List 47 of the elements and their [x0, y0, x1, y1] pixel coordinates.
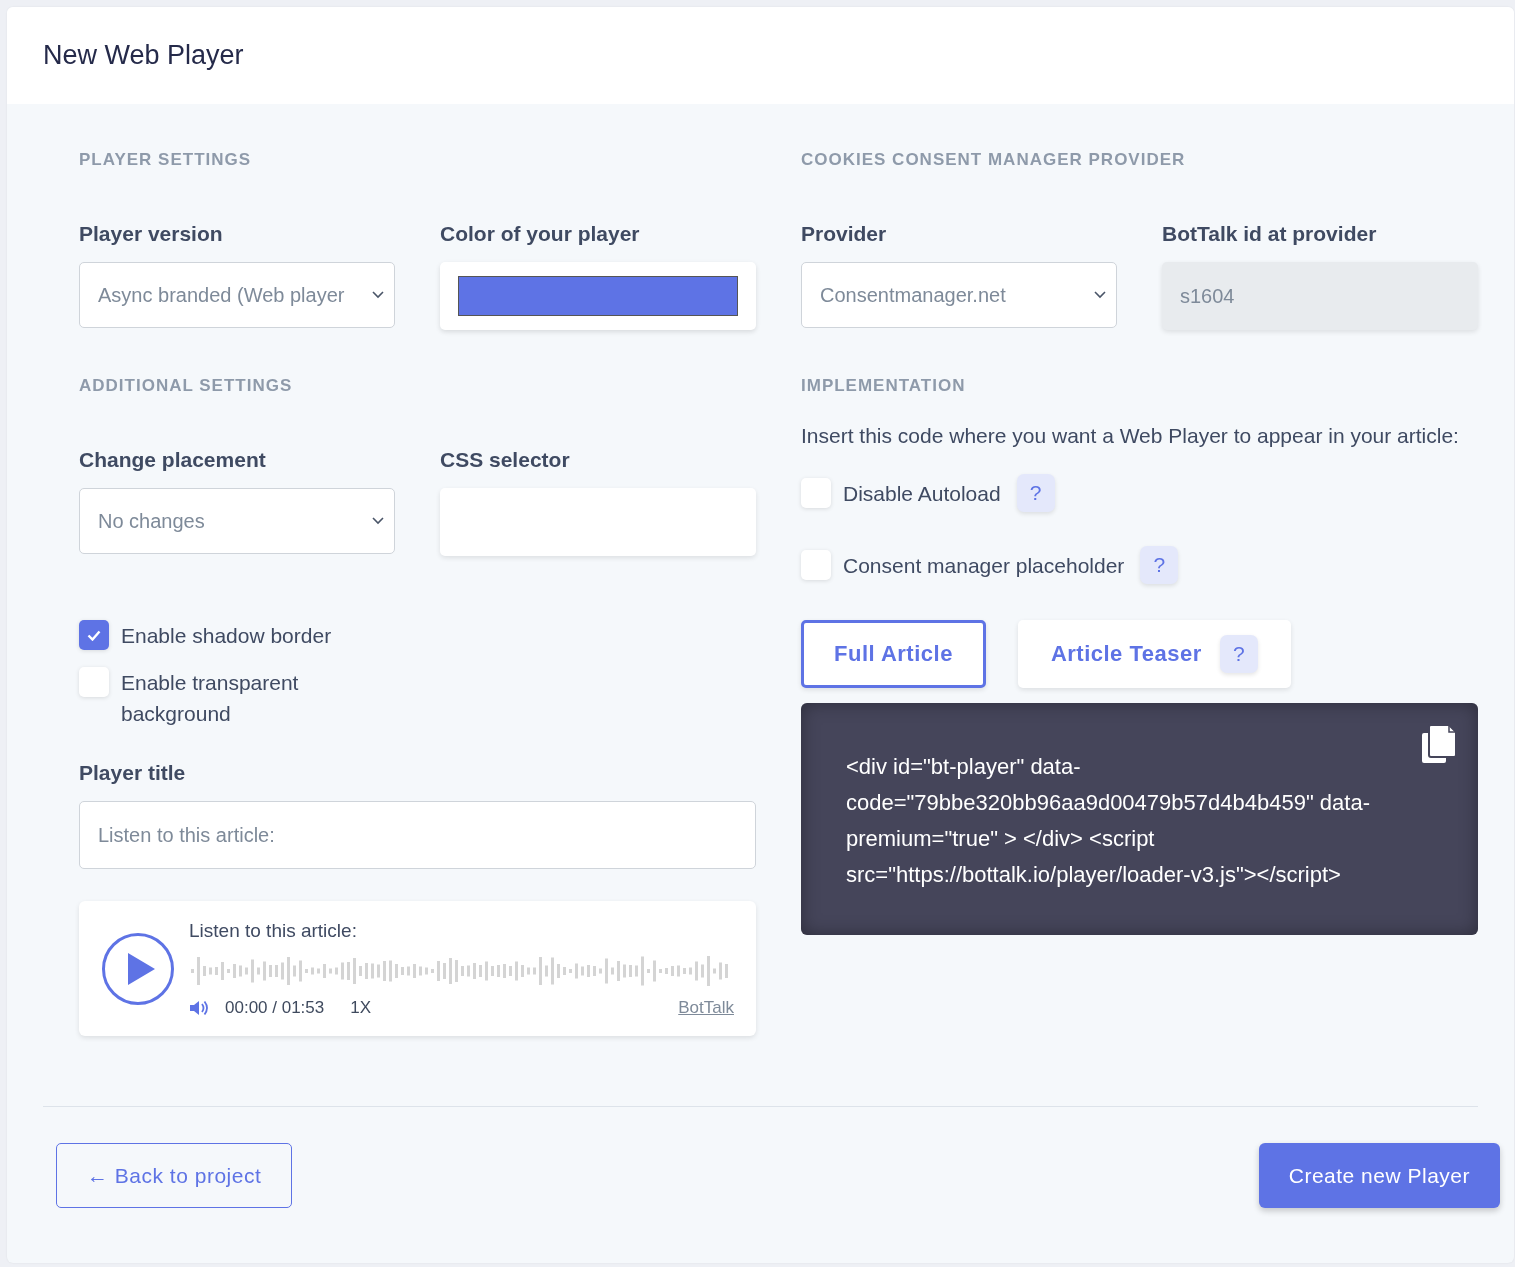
chevron-down-icon	[1094, 291, 1106, 299]
field-label: BotTalk id at provider	[1162, 222, 1378, 246]
checkmark-icon	[87, 629, 101, 641]
help-button[interactable]: ?	[1140, 546, 1179, 584]
tab[interactable]: Full Article	[801, 620, 986, 688]
checkbox[interactable]	[79, 620, 109, 650]
field-label: Change placement	[79, 448, 267, 472]
chevron-down-icon	[372, 291, 384, 299]
dropdown-field[interactable]: Consentmanager.net	[801, 262, 1117, 328]
section-heading: COOKIES CONSENT MANAGER PROVIDER	[801, 150, 1187, 170]
input-field[interactable]	[440, 488, 756, 556]
instructions-text: Insert this code where you want a Web Player to appear in your article:	[801, 423, 1460, 449]
checkbox-label: Disable Autoload	[843, 480, 1001, 507]
speaker-icon	[189, 998, 209, 1017]
tab[interactable]: Article Teaser ?	[1017, 620, 1291, 688]
dropdown-field[interactable]: Async branded (Web player	[79, 262, 395, 328]
help-button[interactable]: ?	[1219, 635, 1258, 673]
input-field[interactable]: Listen to this article:	[79, 801, 756, 869]
section-heading: IMPLEMENTATION	[801, 376, 967, 396]
field-label: Color of your player	[440, 222, 641, 246]
input-field: s1604	[1162, 262, 1478, 330]
checkbox[interactable]	[801, 550, 831, 580]
copy-icon	[1421, 724, 1457, 764]
checkbox-label: Enable transparent background	[121, 670, 300, 727]
checkbox-label: Consent manager placeholder	[843, 552, 1125, 579]
checkbox-label: Enable shadow border	[121, 623, 332, 649]
help-button[interactable]: ?	[1016, 474, 1055, 512]
code-snippet: <div id="bt-player" data-code="79bbe320bb96aa9d00479b57d4b4b459" data-premium="true" > </div> <script src="https://bottalk.io/player/loader-v3.js"></script>	[846, 753, 1371, 889]
play-button-icon	[101, 931, 175, 1006]
checkbox[interactable]	[801, 478, 831, 508]
color-picker[interactable]	[440, 262, 756, 330]
field-label: Provider	[801, 222, 888, 246]
playback-time: 00:00 / 01:53	[225, 997, 325, 1018]
chevron-down-icon	[372, 517, 384, 525]
field-label: Player title	[79, 761, 187, 785]
field-label: Player version	[79, 222, 224, 246]
back-button[interactable]: ← Back to project	[56, 1143, 293, 1208]
checkbox[interactable]	[79, 667, 109, 697]
field-label: CSS selector	[440, 448, 571, 472]
player-title: Listen to this article:	[189, 919, 358, 942]
create-button[interactable]: Create new Player	[1258, 1143, 1500, 1208]
page-title: New Web Player	[43, 40, 244, 71]
dropdown-field[interactable]: No changes	[79, 488, 395, 554]
brand-link[interactable]: BotTalk	[678, 997, 734, 1018]
section-heading: PLAYER SETTINGS	[79, 150, 253, 170]
speed-button[interactable]: 1X	[350, 997, 372, 1018]
section-heading: ADDITIONAL SETTINGS	[79, 376, 294, 396]
